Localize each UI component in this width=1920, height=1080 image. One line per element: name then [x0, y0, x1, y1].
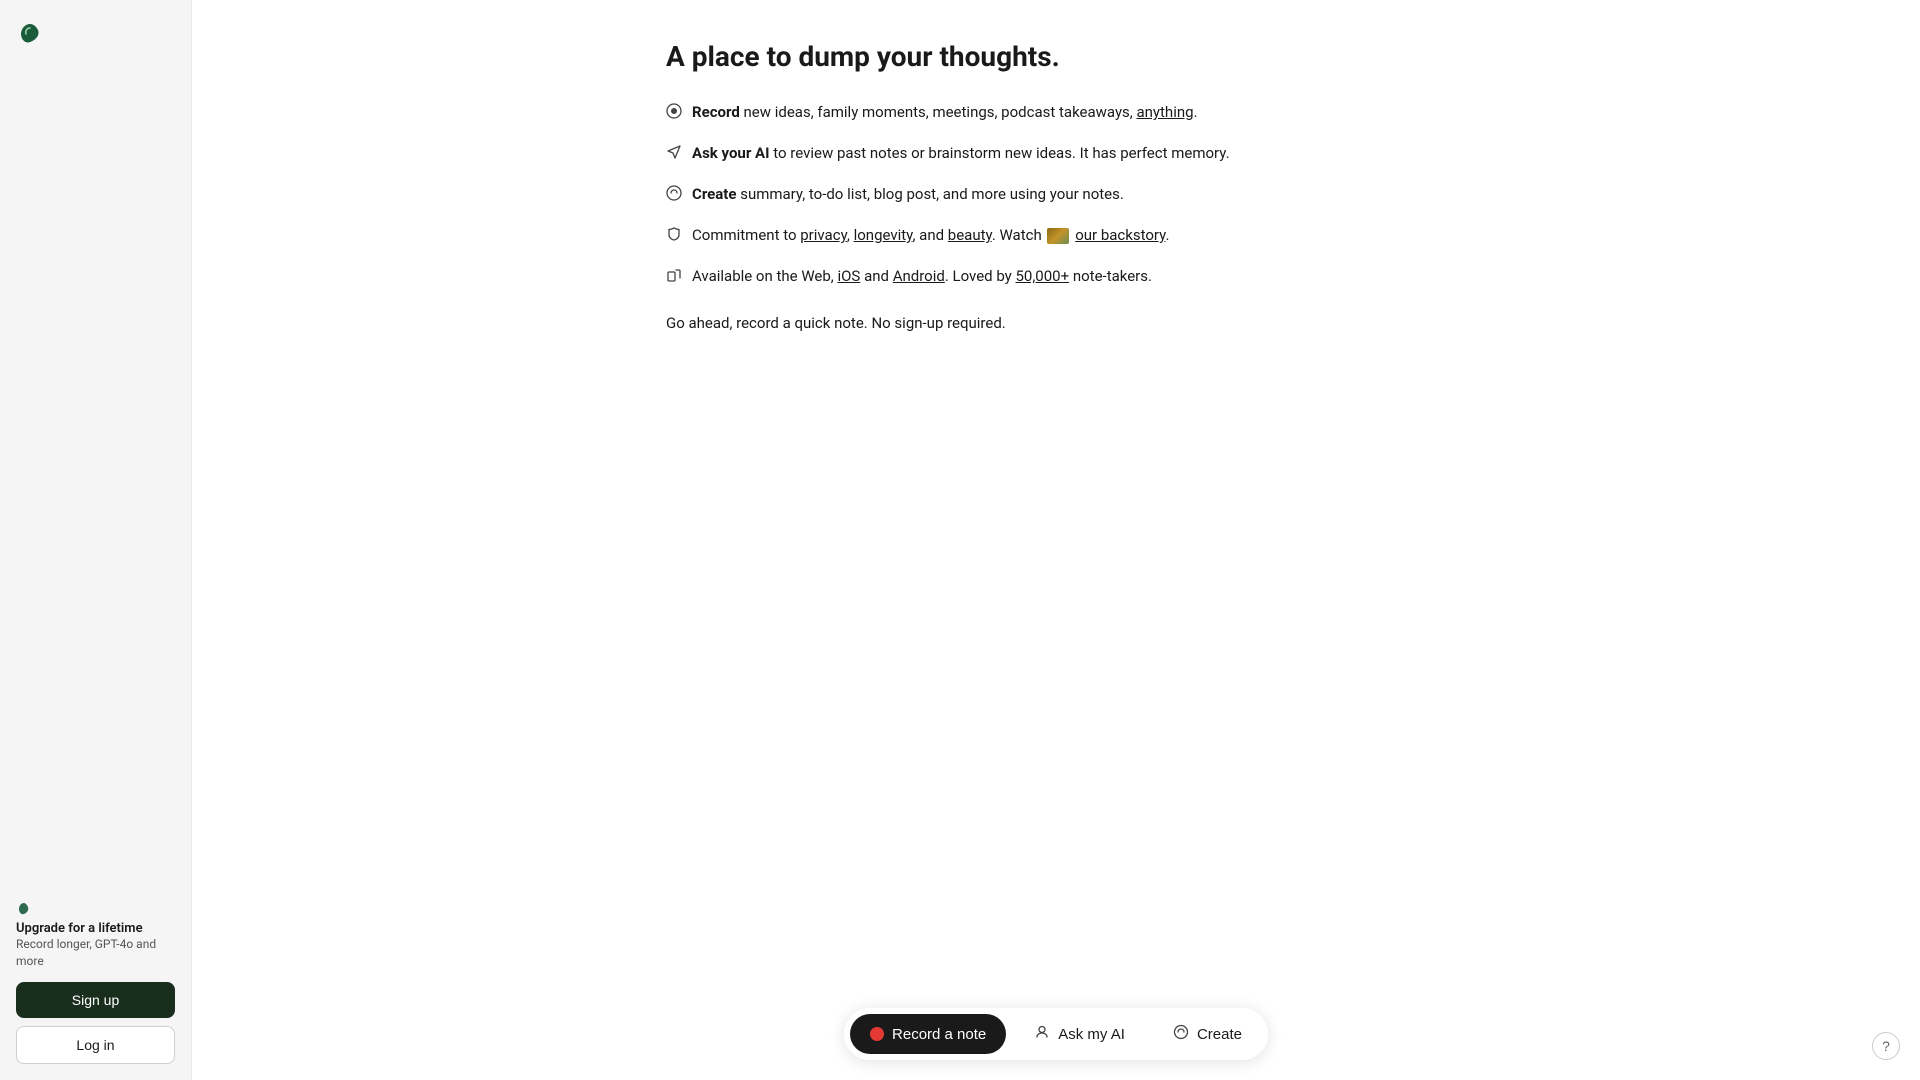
create-button[interactable]: Create: [1153, 1014, 1262, 1054]
feature-create: Create summary, to-do list, blog post, a…: [666, 183, 1446, 208]
create-button-icon: [1173, 1024, 1189, 1044]
create-button-label: Create: [1197, 1026, 1242, 1043]
anything-link[interactable]: anything: [1136, 103, 1193, 121]
help-button[interactable]: ?: [1872, 1032, 1900, 1060]
feature-ask-ai-text: Ask your AI to review past notes or brai…: [692, 142, 1230, 165]
create-icon: [666, 184, 682, 208]
upgrade-logo-icon: [16, 901, 32, 917]
send-icon: [666, 143, 682, 167]
ask-ai-button[interactable]: Ask my AI: [1014, 1014, 1145, 1054]
feature-list: Record new ideas, family moments, meetin…: [666, 101, 1446, 290]
feature-create-text: Create summary, to-do list, blog post, a…: [692, 183, 1124, 206]
upgrade-title: Upgrade for a lifetime: [16, 921, 175, 936]
ask-ai-icon: [1034, 1024, 1050, 1044]
backstory-thumbnail: [1047, 228, 1069, 244]
users-count-link[interactable]: 50,000+: [1016, 267, 1070, 285]
login-button[interactable]: Log in: [16, 1026, 175, 1064]
beauty-link[interactable]: beauty: [948, 226, 992, 244]
feature-privacy-text: Commitment to privacy, longevity, and be…: [692, 224, 1169, 247]
content-area: A place to dump your thoughts. Record ne…: [606, 0, 1506, 1080]
sidebar-bottom: Upgrade for a lifetime Record longer, GP…: [0, 885, 191, 1080]
privacy-link[interactable]: privacy: [800, 226, 847, 244]
main-content: A place to dump your thoughts. Record ne…: [192, 0, 1920, 1080]
feature-privacy: Commitment to privacy, longevity, and be…: [666, 224, 1446, 249]
privacy-icon: [666, 225, 682, 249]
record-circle-icon: [666, 102, 682, 126]
signup-button[interactable]: Sign up: [16, 982, 175, 1018]
backstory-link[interactable]: our backstory: [1075, 226, 1165, 244]
longevity-link[interactable]: longevity: [854, 226, 913, 244]
upgrade-icon-row: [16, 901, 175, 917]
record-dot-icon: [870, 1027, 884, 1041]
android-link[interactable]: Android: [893, 267, 945, 285]
bottom-actions-container: Record a note Ask my AI: [844, 1008, 1268, 1060]
feature-ask-ai: Ask your AI to review past notes or brai…: [666, 142, 1446, 167]
feature-record-text: Record new ideas, family moments, meetin…: [692, 101, 1198, 124]
upgrade-description: Record longer, GPT-4o and more: [16, 936, 175, 970]
record-note-label: Record a note: [892, 1026, 986, 1043]
feature-platforms-text: Available on the Web, iOS and Android. L…: [692, 265, 1152, 288]
platforms-icon: [666, 266, 682, 290]
ios-link[interactable]: iOS: [837, 267, 860, 285]
app-logo-icon: [16, 20, 44, 48]
feature-record: Record new ideas, family moments, meetin…: [666, 101, 1446, 126]
sidebar: Upgrade for a lifetime Record longer, GP…: [0, 0, 192, 1080]
feature-platforms: Available on the Web, iOS and Android. L…: [666, 265, 1446, 290]
upgrade-card: Upgrade for a lifetime Record longer, GP…: [16, 901, 175, 970]
help-icon: ?: [1882, 1038, 1890, 1054]
record-note-button[interactable]: Record a note: [850, 1014, 1006, 1054]
ask-ai-label: Ask my AI: [1058, 1026, 1125, 1043]
logo-container: [0, 0, 191, 72]
tagline: Go ahead, record a quick note. No sign-u…: [666, 314, 1446, 332]
page-title: A place to dump your thoughts.: [666, 40, 1446, 73]
